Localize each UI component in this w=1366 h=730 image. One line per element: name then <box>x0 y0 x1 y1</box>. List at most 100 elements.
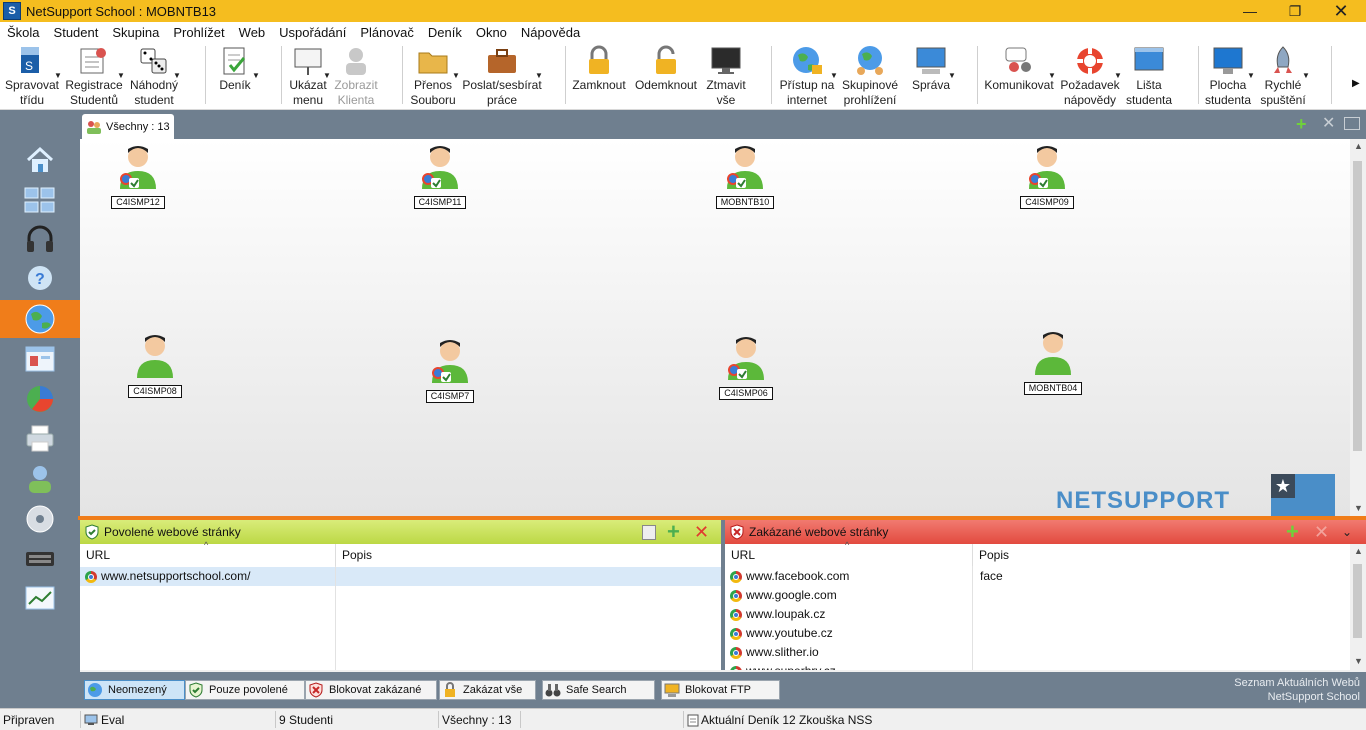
scroll-down-icon[interactable]: ▼ <box>1354 503 1363 513</box>
file-transfer-dropdown-icon[interactable]: ▼ <box>452 68 460 83</box>
pie-chart-icon[interactable] <box>20 381 60 417</box>
block-all-button[interactable]: Zakázat vše <box>439 680 536 700</box>
restricted-col-desc[interactable]: Popis <box>973 544 1349 566</box>
student-mobntb10[interactable]: MOBNTB10 <box>705 143 785 209</box>
student-c4ismp06[interactable]: C4ISMP06 <box>706 334 786 400</box>
student-desktop-button[interactable]: Plocha studenta ▼ <box>1202 42 1255 109</box>
send-collect-work-button[interactable]: Poslat/sesbírat práce ▼ <box>461 42 543 109</box>
scroll-down-icon[interactable]: ▼ <box>1354 656 1363 666</box>
add-approved-icon[interactable]: + <box>667 520 680 544</box>
restricted-row[interactable]: www.youtube.cz <box>725 624 1349 643</box>
close-icon[interactable]: ✕ <box>1318 0 1364 22</box>
group-browsing-button[interactable]: Skupinové prohlížení <box>840 42 900 109</box>
journal-dropdown-icon[interactable]: ▼ <box>252 68 260 83</box>
registration-dropdown-icon[interactable]: ▼ <box>117 68 125 83</box>
communicate-dropdown-icon[interactable]: ▼ <box>1048 68 1056 83</box>
menu-planovac[interactable]: Plánovač <box>353 25 420 40</box>
blank-all-button[interactable]: Ztmavit vše <box>703 42 749 109</box>
menu-web[interactable]: Web <box>232 25 273 40</box>
file-transfer-button[interactable]: Přenos Souboru ▼ <box>408 42 460 109</box>
random-student-button[interactable]: Náhodný student ▼ <box>127 42 181 109</box>
student-mobntb04[interactable]: MOBNTB04 <box>1013 329 1093 395</box>
globe-icon[interactable] <box>20 301 60 337</box>
student-c4ismp11[interactable]: C4ISMP11 <box>400 143 480 209</box>
line-chart-icon[interactable] <box>20 581 60 617</box>
unrestricted-button[interactable]: Neomezený <box>84 680 185 700</box>
restricted-row[interactable]: www.loupak.cz <box>725 605 1349 624</box>
restore-icon[interactable]: ❐ <box>1272 0 1318 22</box>
layout-grid-icon[interactable] <box>20 182 60 218</box>
menu-okno[interactable]: Okno <box>469 25 514 40</box>
close-tab-icon[interactable]: ✕ <box>1322 116 1335 132</box>
show-menu-dropdown-icon[interactable]: ▼ <box>323 68 331 83</box>
help-request-dropdown-icon[interactable]: ▼ <box>1114 68 1122 83</box>
block-restricted-button[interactable]: Blokovat zakázané <box>305 680 437 700</box>
approved-row[interactable]: www.netsupportschool.com/ <box>80 567 721 586</box>
menu-usporadani[interactable]: Uspořádání <box>272 25 353 40</box>
app-icon[interactable]: S <box>3 2 21 20</box>
menu-denik[interactable]: Deník <box>421 25 469 40</box>
headphones-icon[interactable] <box>20 221 60 257</box>
unlock-button[interactable]: Odemknout <box>633 42 699 109</box>
help-request-button[interactable]: Požadavek nápovědy ▼ <box>1060 42 1122 109</box>
random-student-dropdown-icon[interactable]: ▼ <box>173 68 181 83</box>
printer-icon[interactable] <box>20 421 60 457</box>
student-desktop-dropdown-icon[interactable]: ▼ <box>1247 68 1255 83</box>
home-icon[interactable] <box>20 142 60 178</box>
menu-skola[interactable]: Škola <box>0 25 47 40</box>
show-client-button[interactable]: Zobrazit Klienta <box>333 42 379 109</box>
menu-napoveda[interactable]: Nápověda <box>514 25 587 40</box>
student-c4ismp12[interactable]: C4ISMP12 <box>98 143 178 209</box>
journal-button[interactable]: Deník ▼ <box>214 42 260 109</box>
registration-button[interactable]: Registrace Studentů ▼ <box>64 42 125 109</box>
manage-class-button[interactable]: S Spravovat třídu ▼ <box>4 42 62 109</box>
approved-only-button[interactable]: Pouze povolené <box>185 680 305 700</box>
restricted-row[interactable]: www.superhry.cz <box>725 662 1349 670</box>
menu-skupina[interactable]: Skupina <box>105 25 166 40</box>
menu-student[interactable]: Student <box>47 25 106 40</box>
block-ftp-button[interactable]: Blokovat FTP <box>661 680 780 700</box>
add-restricted-icon[interactable]: + <box>1286 520 1299 544</box>
canvas-scrollbar[interactable]: ▲ ▼ <box>1350 139 1366 516</box>
scroll-up-icon[interactable]: ▲ <box>1354 141 1363 151</box>
list-view-icon[interactable] <box>642 525 656 540</box>
disc-icon[interactable] <box>20 501 60 537</box>
menu-prohlizet[interactable]: Prohlížet <box>166 25 231 40</box>
approved-col-desc[interactable]: Popis <box>336 544 721 566</box>
add-tab-icon[interactable]: + <box>1296 115 1307 133</box>
internet-access-button[interactable]: Přístup na internet ▼ <box>777 42 838 109</box>
tab-all-students[interactable]: Všechny : 13 <box>82 114 174 139</box>
restricted-row[interactable]: www.slither.io <box>725 643 1349 662</box>
quick-launch-button[interactable]: Rychlé spuštění ▼ <box>1257 42 1310 109</box>
remove-restricted-icon[interactable]: ✕ <box>1314 520 1329 544</box>
student-c4ismp7[interactable]: C4ISMP7 <box>410 337 490 403</box>
send-collect-dropdown-icon[interactable]: ▼ <box>535 68 543 83</box>
manage-dropdown-icon[interactable]: ▼ <box>948 68 956 83</box>
browser-window-icon[interactable] <box>20 341 60 377</box>
collapse-panel-icon[interactable]: ⌄ <box>1342 520 1352 544</box>
question-bubble-icon[interactable]: ? <box>20 261 60 297</box>
communicate-button[interactable]: Komunikovat ▼ <box>983 42 1056 109</box>
student-bar-button[interactable]: Lišta studenta <box>1122 42 1176 109</box>
minimize-icon[interactable]: — <box>1227 0 1273 22</box>
restricted-scrollbar[interactable]: ▲ ▼ <box>1350 544 1366 670</box>
restricted-row[interactable]: www.google.com <box>725 586 1349 605</box>
quick-launch-dropdown-icon[interactable]: ▼ <box>1302 68 1310 83</box>
view-options-icon[interactable] <box>1344 117 1360 130</box>
status-journal[interactable]: Aktuální Deník 12 Zkouška NSS <box>687 712 872 728</box>
scroll-thumb[interactable] <box>1353 161 1362 451</box>
scroll-thumb[interactable] <box>1353 564 1362 638</box>
restricted-row[interactable]: www.facebook.com face <box>725 567 1349 586</box>
scroll-up-icon[interactable]: ▲ <box>1354 546 1363 556</box>
remove-approved-icon[interactable]: ✕ <box>694 520 709 544</box>
safe-search-button[interactable]: Safe Search <box>542 680 655 700</box>
manage-class-dropdown-icon[interactable]: ▼ <box>54 68 62 83</box>
student-c4ismp09[interactable]: C4ISMP09 <box>1007 143 1087 209</box>
internet-access-dropdown-icon[interactable]: ▼ <box>830 68 838 83</box>
user-icon[interactable] <box>20 461 60 497</box>
toolbar-more-icon[interactable]: ▶ <box>1352 78 1360 89</box>
student-c4ismp08[interactable]: C4ISMP08 <box>115 332 195 398</box>
lock-button[interactable]: Zamknout <box>571 42 627 109</box>
show-menu-button[interactable]: Ukázat menu ▼ <box>287 42 331 109</box>
keyboard-icon[interactable] <box>20 541 60 577</box>
